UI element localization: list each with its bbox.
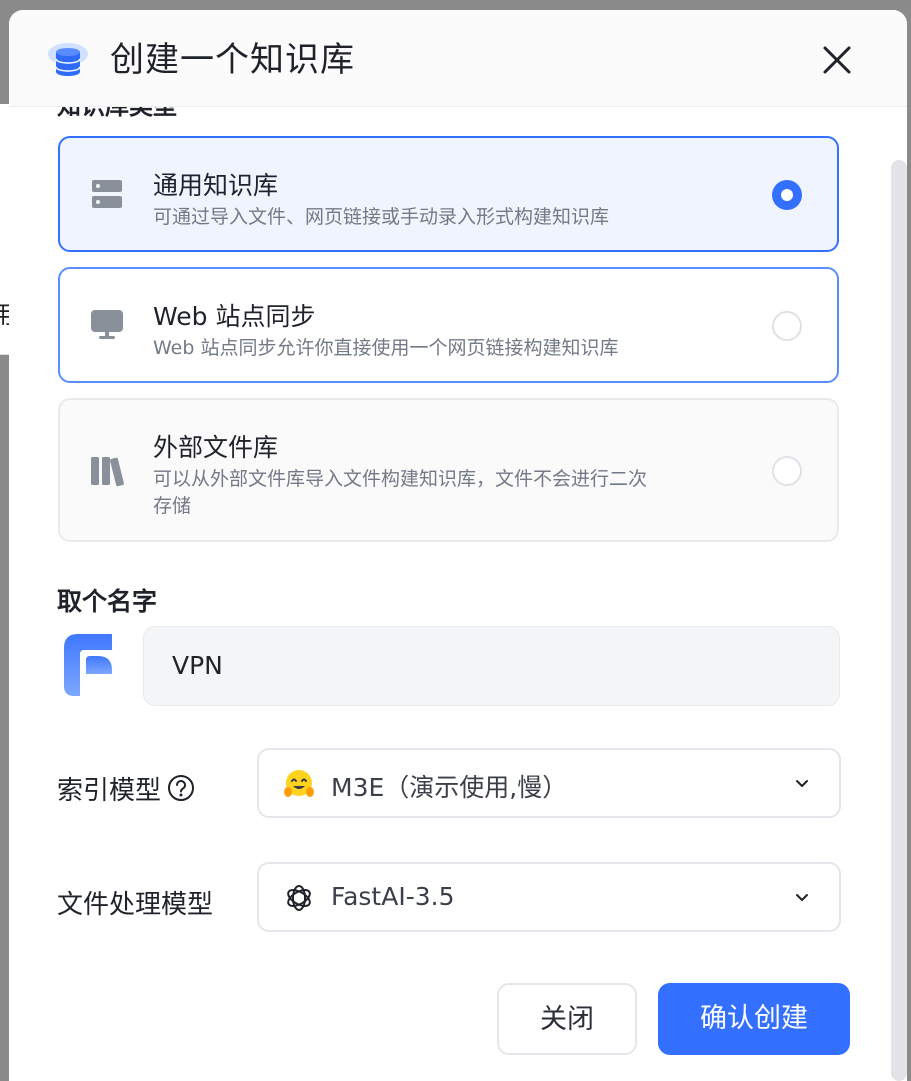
openai-icon — [287, 885, 311, 911]
file-model-label: 文件处理模型 — [57, 890, 214, 920]
create-dataset-modal: 知识库类型 创建一个知识库 通用知识库 可通过导入文件、网页链接或手动录入形式构… — [9, 10, 907, 1081]
scrollbar[interactable] — [891, 160, 907, 1081]
chevron-down-icon — [796, 780, 808, 787]
database-icon — [48, 43, 88, 76]
radio-unselected[interactable] — [772, 311, 802, 341]
option-title: 通用知识库 — [153, 171, 279, 200]
file-model-value: FastAI-3.5 — [331, 882, 455, 911]
radio-unselected[interactable] — [772, 456, 802, 486]
confirm-create-button[interactable]: 确认创建 — [658, 983, 850, 1055]
name-section-label: 取个名字 — [57, 587, 158, 616]
dataset-type-option-general[interactable]: 通用知识库 可通过导入文件、网页链接或手动录入形式构建知识库 — [58, 136, 839, 252]
option-description-line1: 可以从外部文件库导入文件构建知识库，文件不会进行二次 — [153, 468, 648, 490]
index-model-label: 索引模型 — [57, 770, 195, 807]
monitor-icon — [91, 310, 123, 339]
index-model-value: M3E（演示使用,慢） — [331, 773, 568, 802]
close-icon[interactable] — [817, 40, 857, 80]
library-icon — [91, 457, 124, 487]
chevron-down-icon — [796, 894, 808, 901]
index-model-select[interactable]: M3E（演示使用,慢） — [257, 748, 841, 818]
app-logo-icon[interactable] — [64, 634, 114, 696]
option-description: Web 站点同步允许你直接使用一个网页链接构建知识库 — [153, 337, 619, 359]
option-title: Web 站点同步 — [153, 302, 316, 331]
dataset-type-option-external-library[interactable]: 外部文件库 可以从外部文件库导入文件构建知识库，文件不会进行二次 存储 — [58, 398, 839, 542]
close-button[interactable]: 关闭 — [497, 983, 637, 1055]
modal-title: 创建一个知识库 — [110, 40, 355, 80]
help-icon[interactable] — [167, 774, 195, 802]
option-description: 可通过导入文件、网页链接或手动录入形式构建知识库 — [153, 206, 610, 228]
option-description-line2: 存储 — [153, 495, 192, 517]
dataset-name-input[interactable]: VPN — [143, 626, 840, 706]
hugging-face-icon — [284, 770, 314, 797]
radio-selected[interactable] — [772, 180, 802, 210]
file-model-select[interactable]: FastAI-3.5 — [257, 862, 841, 932]
index-model-label-text: 索引模型 — [57, 776, 162, 806]
dataset-type-option-web-sync[interactable]: Web 站点同步 Web 站点同步允许你直接使用一个网页链接构建知识库 — [58, 267, 839, 383]
modal-header: 创建一个知识库 — [9, 10, 907, 107]
server-icon — [92, 180, 122, 208]
option-title: 外部文件库 — [153, 433, 279, 462]
